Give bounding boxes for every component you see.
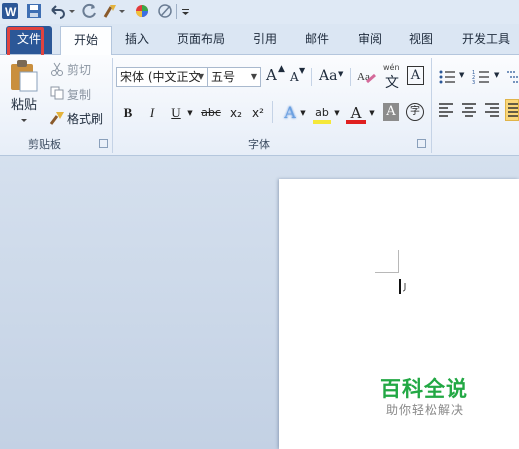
paste-icon[interactable] xyxy=(8,58,38,92)
phonetic-guide-button[interactable]: 文 xyxy=(385,72,399,92)
numbering-icon[interactable]: 123 xyxy=(472,68,492,86)
ribbon-tab-bar: 文件 开始 插入 页面布局 引用 邮件 审阅 视图 开发工具 xyxy=(0,24,519,55)
scissors-icon xyxy=(50,62,64,76)
qat-separator xyxy=(176,4,177,19)
highlight-dropdown-icon[interactable]: ▼ xyxy=(333,104,341,122)
copy-button[interactable]: 复制 xyxy=(67,86,91,103)
grow-font-arrow-icon: ▲ xyxy=(278,64,285,74)
font-size-value: 五号 xyxy=(211,70,236,84)
shrink-font-button[interactable]: A xyxy=(290,70,299,84)
tab-developer[interactable]: 开发工具 xyxy=(458,26,514,52)
change-case-button[interactable]: Aa xyxy=(319,68,337,84)
enclose-characters-button[interactable]: 字 xyxy=(406,103,424,121)
margin-corner-vertical xyxy=(398,250,399,273)
justify-button[interactable] xyxy=(505,99,519,121)
font-color-dropdown-icon[interactable]: ▼ xyxy=(368,104,376,122)
multilevel-list-icon[interactable] xyxy=(505,68,519,86)
bold-button[interactable]: B xyxy=(120,104,136,122)
phonetic-guide-pinyin: wén xyxy=(383,63,400,72)
text-effects-dropdown-icon[interactable]: ▼ xyxy=(299,104,307,122)
tab-mailings[interactable]: 邮件 xyxy=(302,26,332,52)
color-wheel-icon[interactable] xyxy=(134,3,150,19)
undo-dropdown-icon[interactable] xyxy=(68,3,76,19)
word-logo-icon: W xyxy=(2,3,18,19)
watermark-subtitle: 助你轻松解决 xyxy=(386,403,465,417)
shrink-font-arrow-icon: ▼ xyxy=(299,66,306,75)
clear-formatting-icon[interactable]: Aa xyxy=(357,66,377,86)
bullets-icon[interactable] xyxy=(438,68,458,86)
character-shading-button[interactable]: A xyxy=(383,103,399,121)
clipboard-launcher-icon[interactable] xyxy=(99,139,108,148)
font-launcher-icon[interactable] xyxy=(417,139,426,148)
group-separator xyxy=(112,58,113,153)
text-cursor xyxy=(399,279,401,294)
tab-home[interactable]: 开始 xyxy=(60,26,112,55)
tab-insert[interactable]: 插入 xyxy=(122,26,152,52)
font-row-separator-2 xyxy=(350,68,351,86)
paste-dropdown-icon[interactable] xyxy=(20,114,28,122)
bullets-dropdown-icon[interactable]: ▼ xyxy=(459,71,464,79)
quick-access-toolbar: W xyxy=(0,0,519,24)
tab-review[interactable]: 审阅 xyxy=(355,26,385,52)
font-name-value: 宋体 (中文正文 xyxy=(120,70,201,84)
paste-button[interactable]: 粘贴 xyxy=(11,94,37,113)
italic-button[interactable]: I xyxy=(144,104,160,122)
font-name-combo[interactable]: 宋体 (中文正文 ▼ xyxy=(116,67,208,87)
font-size-combo[interactable]: 五号 ▼ xyxy=(207,67,261,87)
align-left-icon[interactable] xyxy=(438,102,454,118)
repeat-icon[interactable] xyxy=(82,3,98,19)
undo-icon[interactable] xyxy=(49,3,65,19)
font-size-dropdown-icon[interactable]: ▼ xyxy=(251,68,257,86)
change-case-dropdown-icon[interactable]: ▼ xyxy=(338,70,343,78)
tab-references[interactable]: 引用 xyxy=(250,26,280,52)
strikethrough-button[interactable]: abc xyxy=(200,104,222,122)
numbering-dropdown-icon[interactable]: ▼ xyxy=(494,71,499,79)
character-border-button[interactable]: A xyxy=(407,66,424,85)
paragraph-mark-icon xyxy=(402,281,406,292)
group-separator-2 xyxy=(431,58,432,153)
font-color-bar xyxy=(346,120,366,124)
font-name-dropdown-icon[interactable]: ▼ xyxy=(198,68,204,86)
file-tab-highlight-box xyxy=(7,27,44,58)
format-brush-dropdown-icon[interactable] xyxy=(118,3,126,19)
tab-page-layout[interactable]: 页面布局 xyxy=(175,26,227,52)
superscript-button[interactable]: x² xyxy=(249,104,267,122)
margin-corner-horizontal xyxy=(375,272,399,273)
highlight-color-bar xyxy=(313,120,331,124)
pen-slash-icon[interactable] xyxy=(157,3,173,19)
font-row-separator xyxy=(311,68,312,86)
underline-dropdown-icon[interactable]: ▼ xyxy=(186,104,194,122)
clipboard-group-label: 剪贴板 xyxy=(28,138,61,151)
copy-icon xyxy=(50,86,64,100)
format-painter-icon xyxy=(49,111,65,125)
save-icon[interactable] xyxy=(26,3,42,19)
svg-text:3: 3 xyxy=(472,80,475,86)
grow-font-button[interactable]: A xyxy=(266,66,277,84)
format-brush-icon[interactable] xyxy=(102,3,118,19)
svg-text:W: W xyxy=(5,5,17,19)
watermark-title: 百科全说 xyxy=(380,377,468,401)
align-center-icon[interactable] xyxy=(461,102,477,118)
align-right-icon[interactable] xyxy=(484,102,500,118)
format-painter-button[interactable]: 格式刷 xyxy=(67,110,103,127)
font-group-label: 字体 xyxy=(248,138,270,151)
underline-button[interactable]: U xyxy=(168,104,184,122)
text-effects-button[interactable]: A xyxy=(281,104,299,122)
cut-button[interactable]: 剪切 xyxy=(67,61,91,78)
tab-view[interactable]: 视图 xyxy=(406,26,436,52)
customize-qat-icon[interactable] xyxy=(181,3,191,19)
subscript-button[interactable]: x₂ xyxy=(227,104,245,122)
font-row2-separator xyxy=(272,101,273,123)
